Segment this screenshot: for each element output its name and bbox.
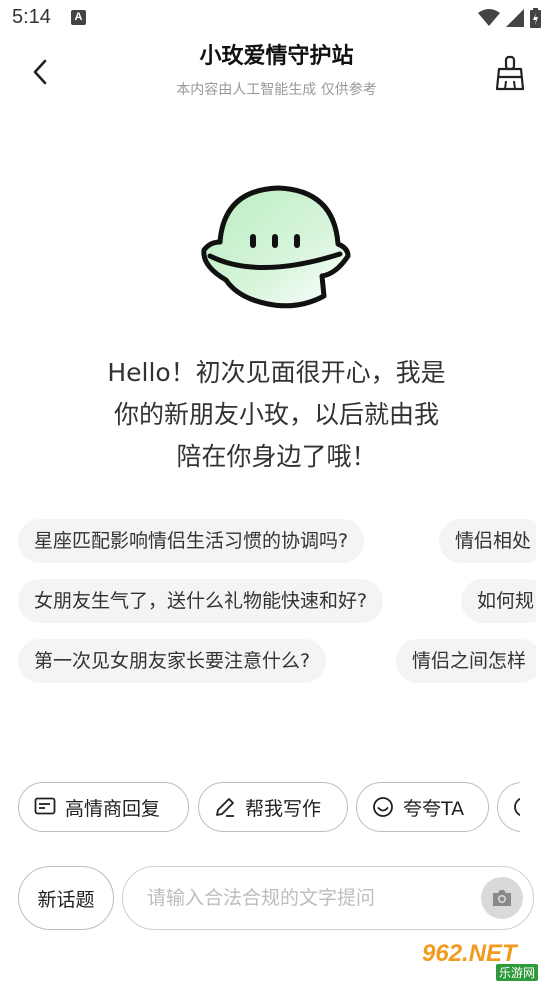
wifi-icon	[478, 9, 500, 26]
tool-praise-button[interactable]: 夸夸TA	[356, 782, 489, 832]
tool-bar: 高情商回复 帮我写作 夸夸TA	[0, 780, 520, 838]
suggestion-chip[interactable]: 情侣之间怎样	[396, 639, 536, 683]
status-icons	[478, 8, 541, 28]
watermark-sub: 乐游网	[496, 964, 539, 981]
battery-charging-icon	[530, 8, 541, 28]
suggestion-chip[interactable]: 如何规	[461, 579, 536, 623]
tool-high-eq-reply-button[interactable]: 高情商回复	[18, 782, 189, 832]
suggestion-chip[interactable]: 星座匹配影响情侣生活习惯的协调吗?	[18, 519, 365, 563]
tool-writing-button[interactable]: 帮我写作	[198, 782, 348, 832]
camera-icon	[493, 890, 511, 906]
greeting-line-2: 你的新朋友小玫，以后就由我	[113, 400, 439, 429]
question-input[interactable]	[145, 867, 479, 929]
notification-a-icon: A	[71, 10, 86, 25]
mascot-avatar	[201, 185, 351, 309]
site-watermark: 962.NET 乐游网	[414, 938, 550, 981]
smile-icon	[371, 795, 395, 819]
suggestion-list: 星座匹配影响情侣生活习惯的协调吗? 情侣相处 女朋友生气了，送什么礼物能快速和好…	[0, 505, 536, 695]
tool-label: 帮我写作	[245, 797, 322, 820]
ai-disclaimer: 本内容由人工智能生成 仅供参考	[176, 82, 377, 98]
suggestion-chip[interactable]: 女朋友生气了，送什么礼物能快速和好?	[18, 579, 384, 623]
chat-box-icon	[33, 795, 57, 819]
new-topic-button[interactable]: 新话题	[18, 866, 114, 930]
tool-icon	[512, 795, 520, 819]
suggestion-chip[interactable]: 第一次见女朋友家长要注意什么?	[18, 639, 327, 683]
tool-more-button[interactable]	[497, 782, 520, 832]
pen-icon	[213, 795, 237, 819]
tool-label: 高情商回复	[65, 797, 161, 820]
status-bar: 5:14 A	[0, 0, 553, 36]
question-input-container	[122, 866, 534, 930]
greeting-line-1: Hello！初次见面很开心，我是	[107, 358, 446, 387]
suggestion-chip[interactable]: 情侣相处	[439, 519, 536, 563]
page-title: 小玫爱情守护站	[199, 44, 354, 69]
greeting-text: Hello！初次见面很开心，我是 你的新朋友小玫，以后就由我 陪在你身边了哦！	[60, 352, 493, 478]
signal-icon	[506, 9, 524, 27]
clear-chat-button[interactable]	[493, 54, 527, 92]
camera-button[interactable]	[481, 877, 523, 919]
status-time: 5:14	[12, 6, 51, 28]
broom-icon	[495, 55, 525, 91]
tool-label: 夸夸TA	[403, 797, 465, 820]
greeting-line-3: 陪在你身边了哦！	[176, 442, 377, 471]
